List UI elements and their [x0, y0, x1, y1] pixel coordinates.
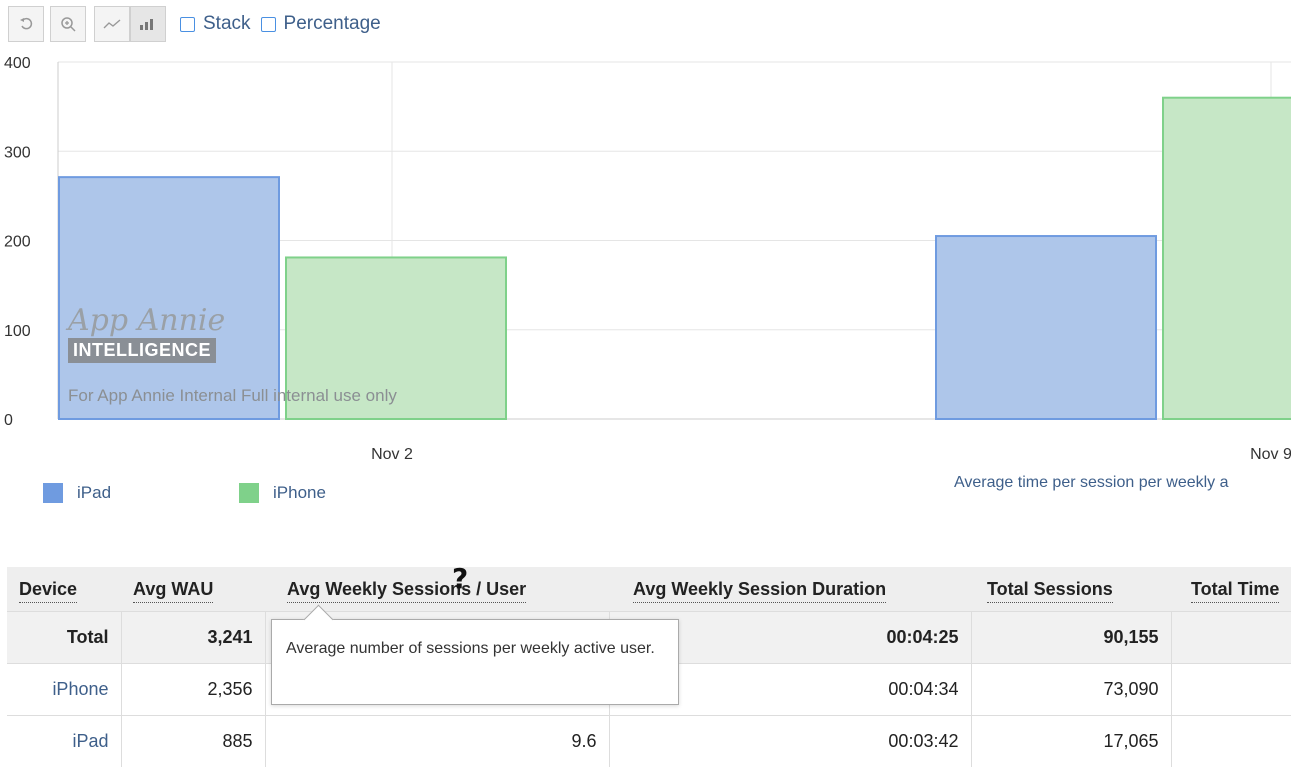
cell-duration: 00:03:42 — [609, 715, 972, 767]
watermark-note: For App Annie Internal Full internal use… — [68, 386, 397, 405]
legend-item-iphone[interactable]: iPhone — [239, 483, 326, 503]
cell-total-time — [1171, 663, 1291, 716]
cell-avg-wau: 3,241 — [121, 611, 266, 664]
cell-device: iPad — [7, 715, 122, 767]
chart-subtitle: Average time per session per weekly a — [954, 474, 1229, 491]
cell-avg-wau: 885 — [121, 715, 266, 767]
header-total-sessions[interactable]: Total Sessions — [971, 567, 1171, 612]
legend-item-ipad[interactable]: iPad — [43, 483, 111, 503]
header-avg-wau[interactable]: Avg WAU — [121, 567, 265, 612]
y-tick-label: 0 — [4, 412, 13, 429]
undo-icon[interactable] — [8, 6, 44, 42]
bar-chart: 0 100 200 300 400 Nov 2 Nov 9 — [4, 55, 1291, 463]
percentage-checkbox[interactable]: Percentage — [260, 13, 381, 35]
y-tick-label: 100 — [4, 323, 31, 340]
cell-total-sessions: 73,090 — [971, 663, 1172, 716]
header-total-time[interactable]: Total Time — [1171, 567, 1291, 612]
watermark: App Annie INTELLIGENCE — [68, 306, 225, 363]
watermark-badge: INTELLIGENCE — [68, 338, 217, 363]
checkbox-icon[interactable] — [260, 16, 276, 32]
bar-ipad-nov-2 — [58, 176, 280, 420]
stack-label: Stack — [203, 13, 251, 34]
legend-label-iphone: iPhone — [273, 483, 326, 502]
watermark-logo: App Annie — [68, 303, 226, 338]
checkbox-icon[interactable] — [180, 16, 195, 32]
y-tick-label: 200 — [4, 234, 31, 251]
legend-swatch-iphone — [239, 483, 259, 503]
cell-total-sessions: 17,065 — [971, 715, 1172, 767]
cell-total-time — [1171, 611, 1291, 664]
legend-swatch-ipad — [43, 483, 63, 503]
header-help-tooltip: Average number of sessions per weekly ac… — [271, 619, 679, 705]
stack-checkbox[interactable]: Stack — [180, 13, 251, 35]
cell-total-time — [1171, 715, 1291, 767]
zoom-in-icon[interactable] — [50, 6, 86, 42]
bar-iphone-nov-9 — [1162, 96, 1291, 420]
x-tick-label: Nov 2 — [371, 446, 413, 463]
chart-toolbar: Stack Percentage — [8, 4, 381, 44]
line-chart-icon[interactable] — [94, 6, 130, 42]
bar-ipad-nov-9 — [935, 235, 1157, 420]
cell-sessions-per-user: 9.6 — [265, 715, 610, 767]
table-header-row: Device Avg WAU Avg Weekly Sessions / Use… — [7, 567, 1291, 612]
cell-total-sessions: 90,155 — [971, 611, 1172, 664]
header-avg-weekly-session-duration[interactable]: Avg Weekly Session Duration — [609, 567, 971, 612]
bar-chart-icon[interactable] — [130, 6, 166, 42]
y-tick-label: 300 — [4, 144, 31, 161]
table-row: iPad 885 9.6 00:03:42 17,065 — [7, 715, 1291, 767]
cell-device: iPhone — [7, 663, 122, 716]
cell-avg-wau: 2,356 — [121, 663, 266, 716]
x-tick-label: Nov 9 — [1250, 446, 1291, 463]
cell-device: Total — [7, 611, 122, 664]
help-cursor-icon: ? — [452, 562, 469, 595]
y-tick-label: 400 — [4, 55, 31, 72]
header-device[interactable]: Device — [7, 567, 121, 612]
legend-label-ipad: iPad — [77, 483, 112, 502]
percentage-label: Percentage — [283, 13, 381, 34]
